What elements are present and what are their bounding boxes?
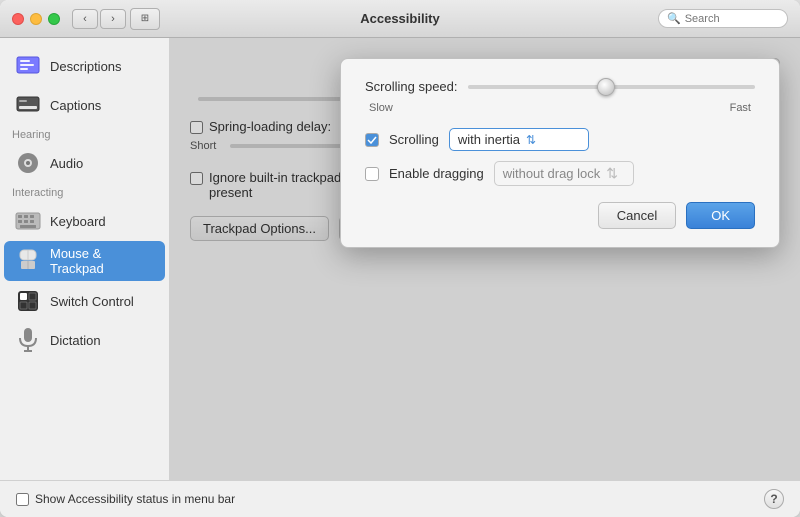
- search-bar[interactable]: 🔍: [658, 9, 788, 28]
- right-panel: Options... Fast Spring-loading delay:: [170, 38, 800, 480]
- traffic-lights: [12, 13, 60, 25]
- maximize-button[interactable]: [48, 13, 60, 25]
- modal-slider-thumb[interactable]: [597, 78, 615, 96]
- sidebar-item-label: Keyboard: [50, 214, 106, 229]
- modal-speed-labels: Slow Fast: [365, 102, 755, 114]
- mouse-trackpad-icon: [14, 247, 42, 275]
- modal-dragging-row: Enable dragging without drag lock ⇅: [365, 161, 755, 186]
- nav-buttons: ‹ ›: [72, 9, 126, 29]
- close-button[interactable]: [12, 13, 24, 25]
- captions-icon: [14, 91, 42, 119]
- scrolling-checkbox[interactable]: [365, 133, 379, 147]
- titlebar: ‹ › ⊞ Accessibility 🔍: [0, 0, 800, 38]
- search-icon: 🔍: [667, 12, 681, 25]
- modal-slow-label: Slow: [369, 102, 393, 114]
- sidebar-item-captions[interactable]: Captions: [4, 86, 165, 124]
- modal-speed-row: Scrolling speed:: [365, 79, 755, 94]
- audio-icon: [14, 149, 42, 177]
- modal-fast-label: Fast: [730, 102, 751, 114]
- accessibility-window: ‹ › ⊞ Accessibility 🔍 D: [0, 0, 800, 517]
- cancel-button[interactable]: Cancel: [598, 202, 676, 229]
- bottom-bar: Show Accessibility status in menu bar ?: [0, 480, 800, 517]
- ok-button[interactable]: OK: [686, 202, 755, 229]
- hearing-section-label: Hearing: [0, 125, 169, 143]
- scrolling-label: Scrolling: [389, 132, 439, 147]
- modal-slider-track: [468, 85, 756, 89]
- back-button[interactable]: ‹: [72, 9, 98, 29]
- sidebar-item-label: Dictation: [50, 333, 101, 348]
- modal-dialog: Scrolling speed: Slow Fast: [340, 58, 780, 248]
- sidebar-item-keyboard[interactable]: Keyboard: [4, 202, 165, 240]
- sidebar-item-switch-control[interactable]: Switch Control: [4, 282, 165, 320]
- sidebar-item-audio[interactable]: Audio: [4, 144, 165, 182]
- accessibility-status-checkbox[interactable]: [16, 493, 29, 506]
- sidebar-item-dictation[interactable]: Dictation: [4, 321, 165, 359]
- minimize-button[interactable]: [30, 13, 42, 25]
- modal-speed-label: Scrolling speed:: [365, 79, 458, 94]
- grid-button[interactable]: ⊞: [130, 8, 160, 30]
- modal-buttons: Cancel OK: [365, 202, 755, 229]
- dictation-icon: [14, 326, 42, 354]
- sidebar-item-label: Mouse & Trackpad: [50, 246, 155, 276]
- dragging-checkbox[interactable]: [365, 167, 379, 181]
- sidebar-item-label: Captions: [50, 98, 101, 113]
- scrolling-option: with inertia: [458, 132, 520, 147]
- descriptions-icon: [14, 52, 42, 80]
- interacting-section-label: Interacting: [0, 183, 169, 201]
- sidebar-item-label: Descriptions: [50, 59, 122, 74]
- sidebar-item-label: Audio: [50, 156, 83, 171]
- bottom-checkbox-row: Show Accessibility status in menu bar: [16, 492, 235, 506]
- dragging-select: without drag lock ⇅: [494, 161, 634, 186]
- dragging-select-arrow: ⇅: [606, 165, 618, 182]
- titlebar-title: Accessibility: [360, 11, 440, 26]
- sidebar-item-mouse-trackpad[interactable]: Mouse & Trackpad: [4, 241, 165, 281]
- modal-overlay: Scrolling speed: Slow Fast: [170, 38, 800, 480]
- sidebar-item-label: Switch Control: [50, 294, 134, 309]
- search-input[interactable]: [685, 13, 779, 25]
- forward-button[interactable]: ›: [100, 9, 126, 29]
- scrolling-select[interactable]: with inertia ⇅: [449, 128, 589, 151]
- main-content: Descriptions Captions Hearing: [0, 38, 800, 480]
- sidebar: Descriptions Captions Hearing: [0, 38, 170, 480]
- accessibility-status-label: Show Accessibility status in menu bar: [35, 492, 235, 506]
- switch-control-icon: [14, 287, 42, 315]
- modal-scrolling-row: Scrolling with inertia ⇅: [365, 128, 755, 151]
- keyboard-icon: [14, 207, 42, 235]
- scrolling-select-arrow: ⇅: [526, 133, 536, 147]
- sidebar-item-descriptions[interactable]: Descriptions: [4, 47, 165, 85]
- help-button[interactable]: ?: [764, 489, 784, 509]
- dragging-label: Enable dragging: [389, 166, 484, 181]
- dragging-option: without drag lock: [503, 166, 601, 181]
